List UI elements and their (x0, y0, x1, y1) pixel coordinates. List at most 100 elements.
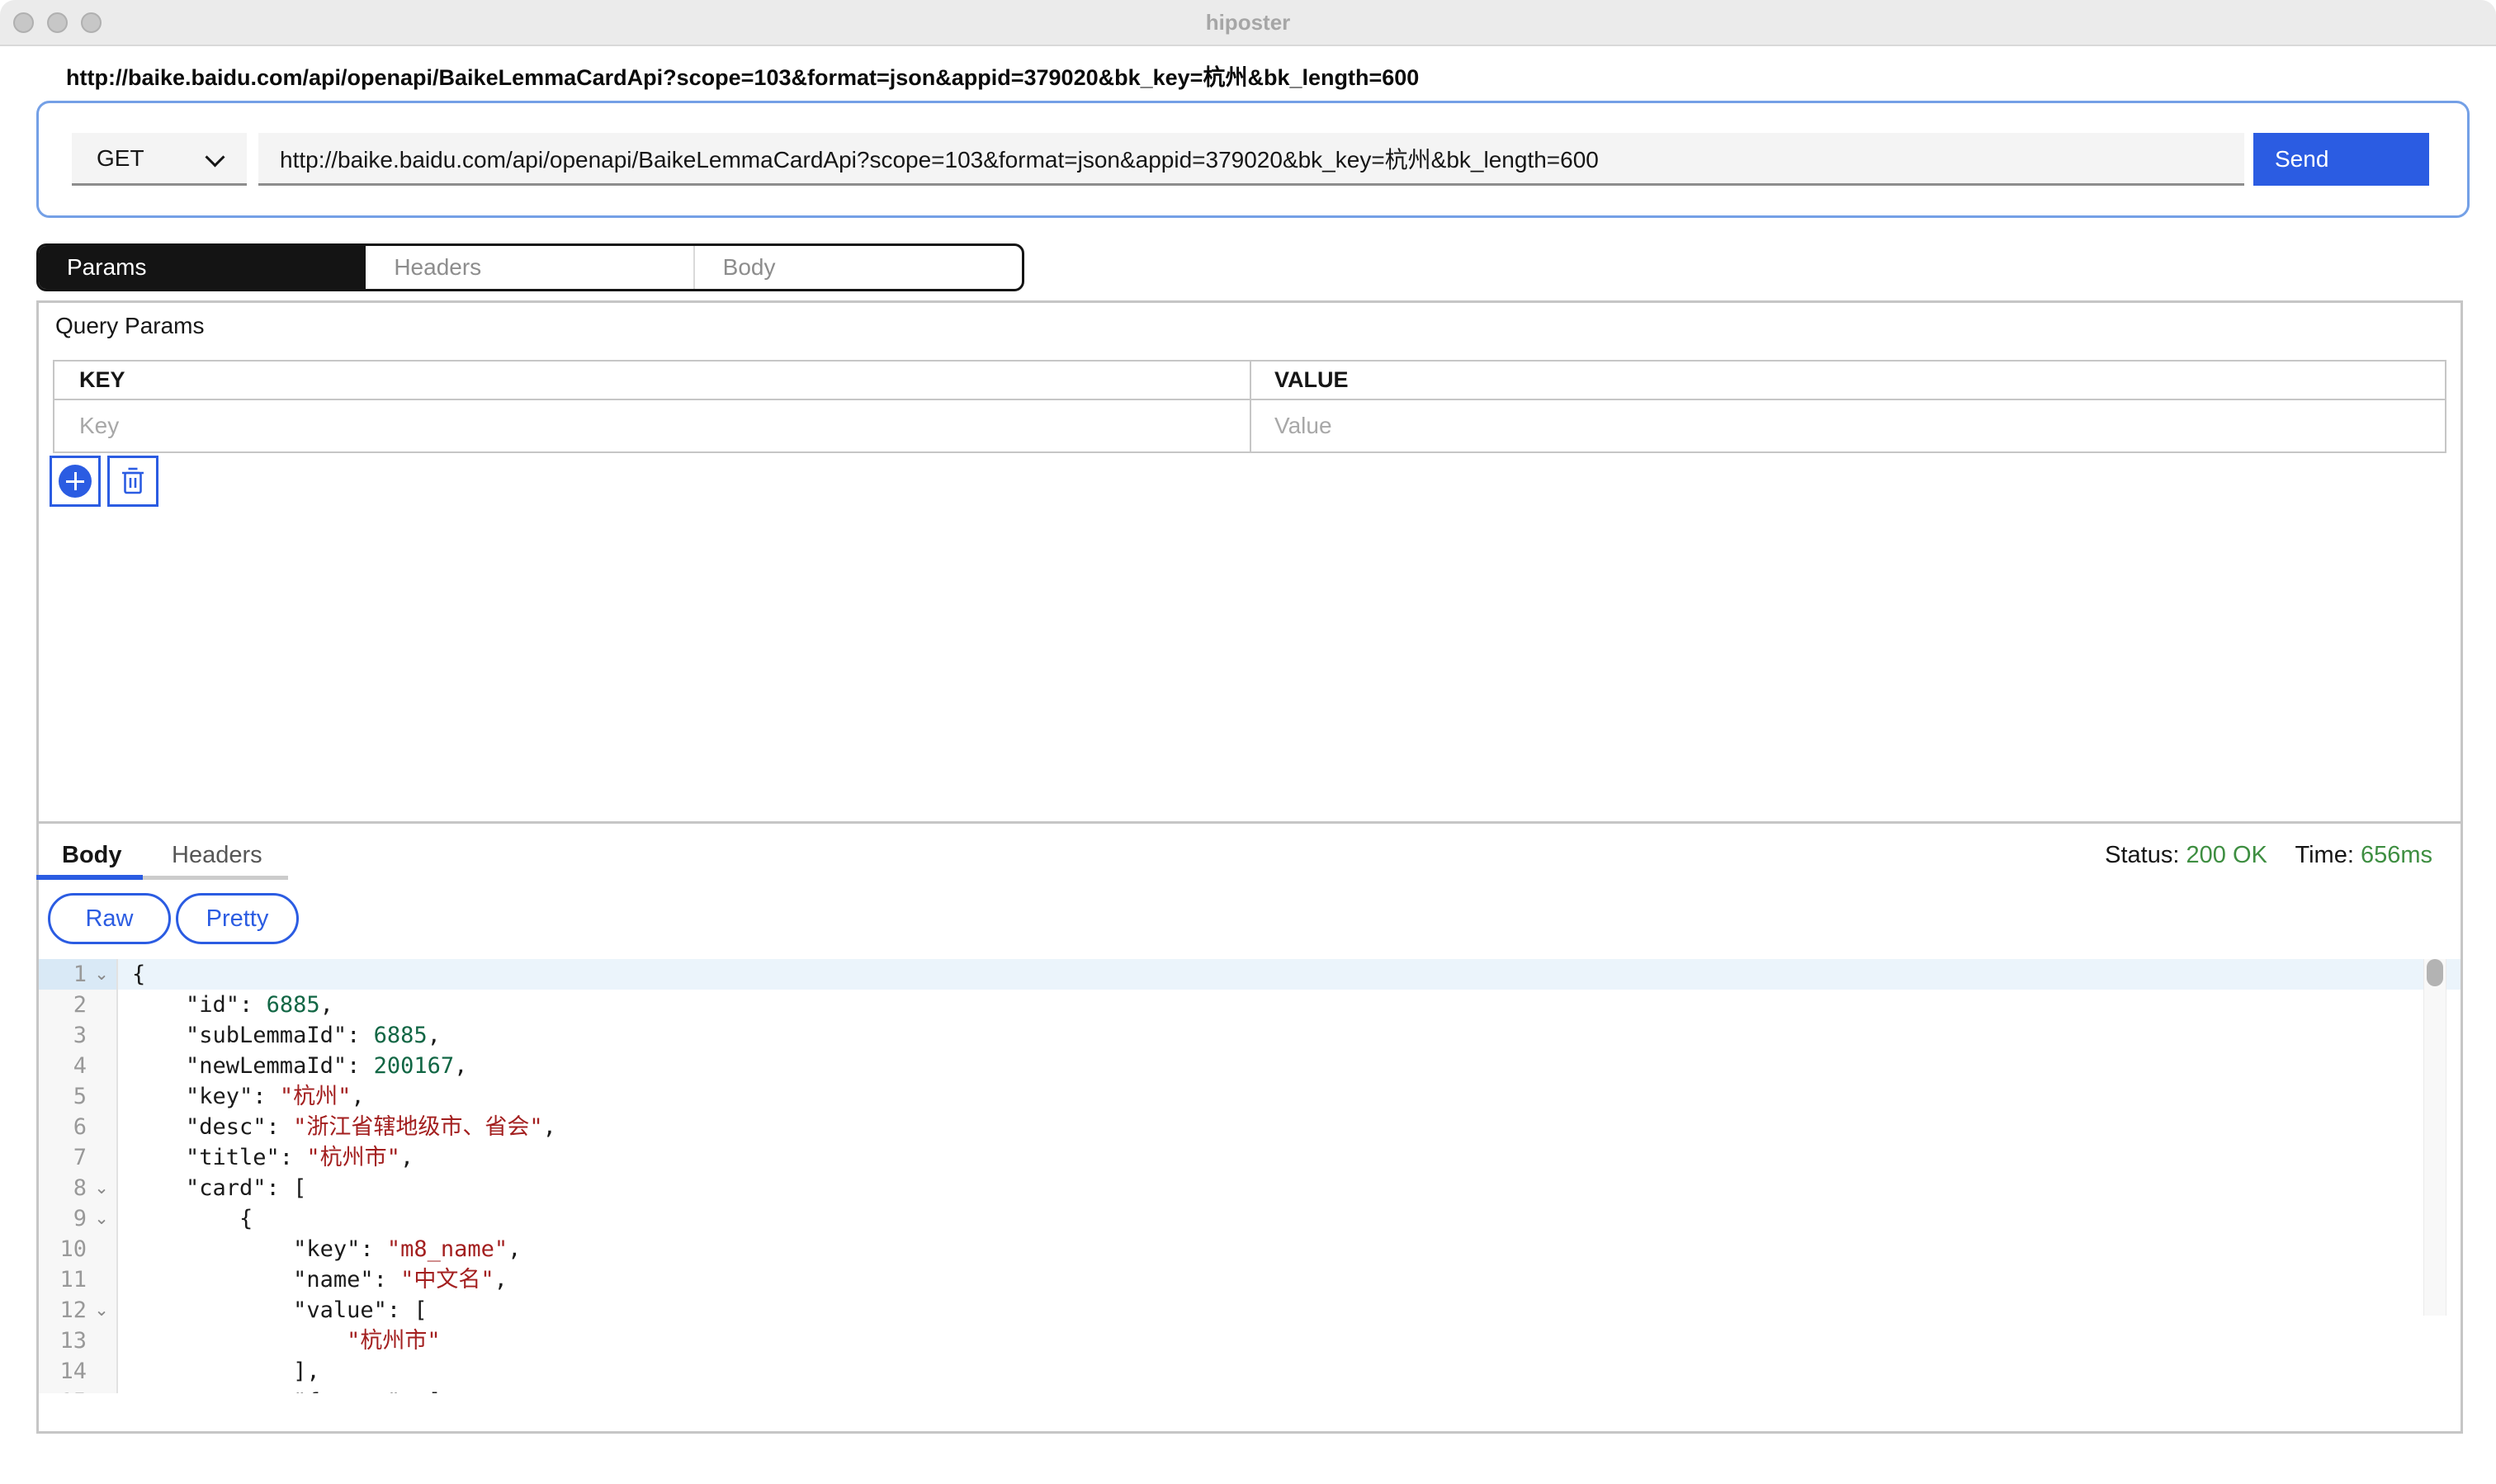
tab-headers[interactable]: Headers (366, 246, 693, 289)
line-gutter: 15 (39, 1387, 118, 1393)
line-gutter: 3 (39, 1020, 118, 1051)
line-number: 13 (39, 1326, 87, 1356)
trash-icon (118, 466, 148, 497)
param-value-input[interactable] (1250, 400, 2445, 451)
line-gutter: 2 (39, 990, 118, 1020)
param-row-actions (50, 456, 158, 507)
line-number: 12 (39, 1295, 87, 1326)
value-column-header: VALUE (1250, 362, 2445, 399)
fold-spacer (87, 1081, 116, 1112)
fold-chevron-icon[interactable]: ⌄ (87, 1203, 116, 1234)
request-bar-panel: GET Send (36, 101, 2470, 218)
code-line: 13 "杭州市" (39, 1326, 2461, 1356)
fold-spacer (87, 1356, 116, 1387)
code-line: 14 ], (39, 1356, 2461, 1387)
line-number: 10 (39, 1234, 87, 1264)
tab-body[interactable]: Body (693, 246, 1022, 289)
method-select[interactable]: GET (72, 133, 247, 186)
code-line-text: "name": "中文名", (118, 1264, 2461, 1295)
fold-spacer (87, 1264, 116, 1295)
time-value: 656ms (2361, 842, 2432, 868)
line-number: 4 (39, 1051, 87, 1081)
tab-params[interactable]: Params (39, 246, 366, 289)
fold-spacer (87, 1326, 116, 1356)
code-line-text: "desc": "浙江省辖地级市、省会", (118, 1112, 2461, 1142)
window-title: hiposter (0, 0, 2496, 45)
window-zoom-button[interactable] (81, 12, 102, 33)
inactive-tab-underline (143, 876, 288, 880)
line-gutter: 11 (39, 1264, 118, 1295)
method-select-value: GET (97, 145, 144, 172)
code-line-text: "title": "杭州市", (118, 1142, 2461, 1173)
fold-chevron-icon[interactable]: ⌄ (87, 1295, 116, 1326)
table-column-divider (1250, 362, 1251, 451)
line-number: 5 (39, 1081, 87, 1112)
code-line-text: ], (118, 1356, 2461, 1387)
scrollbar-thumb[interactable] (2427, 959, 2443, 986)
window-close-button[interactable] (13, 12, 34, 33)
raw-view-button[interactable]: Raw (48, 893, 171, 944)
code-line: 11 "name": "中文名", (39, 1264, 2461, 1295)
param-key-input[interactable] (54, 400, 1250, 451)
request-url-heading: http://baike.baidu.com/api/openapi/Baike… (66, 59, 1419, 92)
pretty-view-button[interactable]: Pretty (176, 893, 299, 944)
fold-spacer (87, 1112, 116, 1142)
code-line-text: "id": 6885, (118, 990, 2461, 1020)
code-line: 7 "title": "杭州市", (39, 1142, 2461, 1173)
line-gutter: 12⌄ (39, 1295, 118, 1326)
status-label: Status: (2105, 842, 2179, 868)
response-tab-body[interactable]: Body (62, 842, 122, 869)
fold-chevron-icon[interactable]: ⌄ (87, 959, 116, 990)
code-area: 1⌄{2 "id": 6885,3 "subLemmaId": 6885,4 "… (39, 959, 2461, 1393)
line-gutter: 4 (39, 1051, 118, 1081)
main-panel: Query Params KEY VALUE (36, 300, 2463, 1434)
code-line: 5 "key": "杭州", (39, 1081, 2461, 1112)
key-column-header: KEY (54, 362, 1250, 399)
code-line-text: "format": [ (118, 1387, 2461, 1393)
delete-param-button[interactable] (107, 456, 158, 507)
url-input[interactable] (258, 133, 2244, 186)
time-label: Time: (2295, 842, 2353, 868)
code-line: 6 "desc": "浙江省辖地级市、省会", (39, 1112, 2461, 1142)
code-line-text: "key": "m8_name", (118, 1234, 2461, 1264)
fold-spacer (87, 1234, 116, 1264)
fold-spacer (87, 1051, 116, 1081)
code-line: 9⌄ { (39, 1203, 2461, 1234)
line-gutter: 5 (39, 1081, 118, 1112)
code-line-text: "card": [ (118, 1173, 2461, 1203)
line-number: 7 (39, 1142, 87, 1173)
line-gutter: 7 (39, 1142, 118, 1173)
request-tabs: Params Headers Body (36, 243, 1024, 291)
code-line: 10 "key": "m8_name", (39, 1234, 2461, 1264)
fold-spacer (87, 1387, 116, 1393)
code-scrollbar[interactable] (2423, 959, 2446, 1316)
code-line-text: { (118, 959, 2461, 990)
window-minimize-button[interactable] (47, 12, 68, 33)
fold-spacer (87, 1142, 116, 1173)
add-param-button[interactable] (50, 456, 101, 507)
response-view-switch: Raw Pretty (48, 893, 299, 944)
fold-chevron-icon[interactable]: ⌄ (87, 1173, 116, 1203)
line-number: 6 (39, 1112, 87, 1142)
chevron-down-icon (205, 147, 225, 167)
line-number: 15 (39, 1387, 87, 1393)
line-number: 9 (39, 1203, 87, 1234)
code-line-text: "newLemmaId": 200167, (118, 1051, 2461, 1081)
line-number: 3 (39, 1020, 87, 1051)
response-section: Body Headers Status: 200 OK Time: 656ms … (39, 824, 2461, 1431)
code-line: 8⌄ "card": [ (39, 1173, 2461, 1203)
active-tab-underline (36, 875, 143, 880)
line-number: 1 (39, 959, 87, 990)
line-number: 2 (39, 990, 87, 1020)
line-gutter: 8⌄ (39, 1173, 118, 1203)
fold-spacer (87, 1020, 116, 1051)
line-number: 11 (39, 1264, 87, 1295)
code-line-text: { (118, 1203, 2461, 1234)
send-button[interactable]: Send (2253, 133, 2429, 186)
code-line-text: "value": [ (118, 1295, 2461, 1326)
query-params-title: Query Params (55, 313, 205, 339)
code-line: 1⌄{ (39, 959, 2461, 990)
response-tab-headers[interactable]: Headers (172, 842, 262, 869)
code-line: 12⌄ "value": [ (39, 1295, 2461, 1326)
line-gutter: 6 (39, 1112, 118, 1142)
